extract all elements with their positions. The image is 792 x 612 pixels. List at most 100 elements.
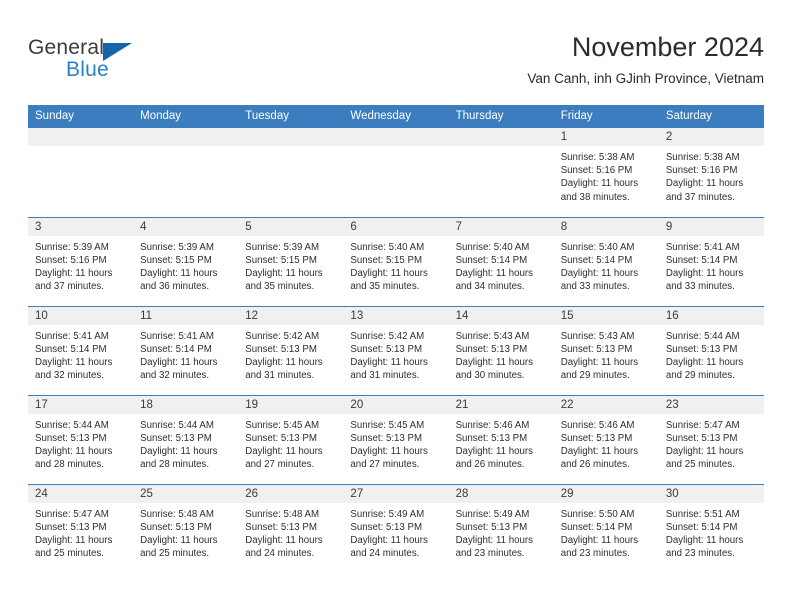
sunset-text: Sunset: 5:13 PM <box>350 343 423 355</box>
calendar-day-cell[interactable]: 13 Sunrise: 5:42 AM Sunset: 5:13 PM Dayligh… <box>343 305 449 395</box>
calendar-day-cell[interactable]: 11 Sunrise: 5:41 AM Sunset: 5:14 PM Dayligh… <box>133 305 239 395</box>
calendar-day-cell[interactable]: 26 Sunrise: 5:48 AM Sunset: 5:13 PM Dayligh… <box>238 483 344 573</box>
daylight-text-line2: and 38 minutes. <box>560 191 630 203</box>
daylight-text-line2: and 37 minutes. <box>665 191 735 203</box>
calendar-day-cell-empty <box>238 128 344 217</box>
sunrise-text: Sunrise: 5:41 AM <box>665 241 740 253</box>
calendar-day-cell[interactable]: 1 Sunrise: 5:38 AM Sunset: 5:16 PM Daylight… <box>553 128 659 217</box>
daylight-text-line1: Daylight: 11 hours <box>665 445 744 457</box>
sunset-text: Sunset: 5:14 PM <box>455 254 528 266</box>
day-number: 8 <box>553 217 659 236</box>
sunrise-text: Sunrise: 5:48 AM <box>140 508 214 520</box>
daylight-text-line2: and 26 minutes. <box>455 459 525 471</box>
daylight-text-line1: Daylight: 11 hours <box>350 267 428 279</box>
calendar-day-cell[interactable]: 16 Sunrise: 5:44 AM Sunset: 5:13 PM Dayligh… <box>658 305 764 395</box>
sunrise-text: Sunrise: 5:43 AM <box>455 330 530 342</box>
calendar-day-cell[interactable]: 20 Sunrise: 5:45 AM Sunset: 5:13 PM Dayligh… <box>343 394 449 484</box>
calendar-day-cell[interactable]: 7 Sunrise: 5:40 AM Sunset: 5:14 PM Daylight… <box>448 216 554 306</box>
calendar-day-cell[interactable]: 5 Sunrise: 5:39 AM Sunset: 5:15 PM Daylight… <box>238 216 344 306</box>
calendar-day-cell[interactable]: 2 Sunrise: 5:38 AM Sunset: 5:16 PM Daylight… <box>658 128 764 217</box>
calendar-page: General Blue November 2024 Van Canh, inh… <box>0 0 792 612</box>
calendar-day-cell[interactable]: 17 Sunrise: 5:44 AM Sunset: 5:13 PM Dayligh… <box>28 394 134 484</box>
daylight-text-line2: and 37 minutes. <box>35 281 104 293</box>
day-number: 29 <box>553 484 659 503</box>
sunset-text: Sunset: 5:16 PM <box>665 165 738 177</box>
calendar-day-cell[interactable]: 6 Sunrise: 5:40 AM Sunset: 5:15 PM Daylight… <box>343 216 449 306</box>
daylight-text-line1: Daylight: 11 hours <box>140 356 218 368</box>
day-number: 16 <box>658 306 764 325</box>
weekday-header-friday: Friday <box>553 105 659 128</box>
sunrise-text: Sunrise: 5:40 AM <box>350 241 425 253</box>
calendar-day-cell[interactable]: 25 Sunrise: 5:48 AM Sunset: 5:13 PM Dayligh… <box>133 483 239 573</box>
sunrise-text: Sunrise: 5:40 AM <box>560 241 635 253</box>
calendar-day-cell[interactable]: 22 Sunrise: 5:46 AM Sunset: 5:13 PM Dayligh… <box>553 394 659 484</box>
calendar-day-cell[interactable]: 15 Sunrise: 5:43 AM Sunset: 5:13 PM Dayligh… <box>553 305 659 395</box>
calendar-day-cell[interactable]: 24 Sunrise: 5:47 AM Sunset: 5:13 PM Dayligh… <box>28 483 134 573</box>
calendar-day-cell[interactable]: 14 Sunrise: 5:43 AM Sunset: 5:13 PM Dayligh… <box>448 305 554 395</box>
calendar-day-cell[interactable]: 9 Sunrise: 5:41 AM Sunset: 5:14 PM Daylight… <box>658 216 764 306</box>
daylight-text-line2: and 25 minutes. <box>35 548 104 560</box>
day-number: 25 <box>133 484 239 503</box>
day-number: 13 <box>343 306 449 325</box>
sunrise-text: Sunrise: 5:47 AM <box>665 419 740 431</box>
daylight-text-line1: Daylight: 11 hours <box>455 267 533 279</box>
sunset-text: Sunset: 5:13 PM <box>245 521 317 533</box>
day-details: Sunrise: 5:47 AM Sunset: 5:13 PM Daylight:… <box>659 414 764 472</box>
daylight-text-line2: and 30 minutes. <box>455 370 525 382</box>
sunrise-text: Sunrise: 5:48 AM <box>245 508 320 520</box>
day-number: 23 <box>658 395 764 414</box>
calendar-day-cell[interactable]: 21 Sunrise: 5:46 AM Sunset: 5:13 PM Dayligh… <box>448 394 554 484</box>
daylight-text-line2: and 33 minutes. <box>560 281 630 293</box>
calendar-week-row: 10 Sunrise: 5:41 AM Sunset: 5:14 PM Dayligh… <box>28 305 764 395</box>
calendar-day-cell[interactable]: 19 Sunrise: 5:45 AM Sunset: 5:13 PM Dayligh… <box>238 394 344 484</box>
sunset-text: Sunset: 5:13 PM <box>35 521 107 533</box>
day-details: Sunrise: 5:48 AM Sunset: 5:13 PM Daylight:… <box>133 503 238 561</box>
day-number: 24 <box>28 484 134 503</box>
calendar-day-cell[interactable]: 3 Sunrise: 5:39 AM Sunset: 5:16 PM Daylight… <box>28 216 134 306</box>
day-details: Sunrise: 5:38 AM Sunset: 5:16 PM Daylight:… <box>659 146 764 204</box>
day-details: Sunrise: 5:44 AM Sunset: 5:13 PM Daylight:… <box>28 414 133 472</box>
sunset-text: Sunset: 5:13 PM <box>140 432 212 444</box>
general-blue-logo[interactable]: General Blue <box>28 36 248 94</box>
day-number: 22 <box>553 395 659 414</box>
daylight-text-line1: Daylight: 11 hours <box>35 534 113 546</box>
day-number: 12 <box>238 306 344 325</box>
daylight-text-line2: and 24 minutes. <box>350 548 420 560</box>
day-number: 4 <box>133 217 239 236</box>
daylight-text-line2: and 29 minutes. <box>560 370 630 382</box>
calendar-day-cell[interactable]: 27 Sunrise: 5:49 AM Sunset: 5:13 PM Dayligh… <box>343 483 449 573</box>
calendar-day-cell-empty <box>28 128 134 217</box>
calendar-day-cell[interactable]: 8 Sunrise: 5:40 AM Sunset: 5:14 PM Daylight… <box>553 216 659 306</box>
daylight-text-line1: Daylight: 11 hours <box>665 356 744 368</box>
sunrise-text: Sunrise: 5:38 AM <box>560 152 635 163</box>
calendar-week-row: 24 Sunrise: 5:47 AM Sunset: 5:13 PM Dayligh… <box>28 483 764 573</box>
sunset-text: Sunset: 5:15 PM <box>350 254 423 266</box>
daylight-text-line2: and 34 minutes. <box>455 281 525 293</box>
daylight-text-line1: Daylight: 11 hours <box>245 445 323 457</box>
daylight-text-line2: and 27 minutes. <box>245 459 315 471</box>
sunset-text: Sunset: 5:16 PM <box>35 254 107 266</box>
calendar-day-cell[interactable]: 18 Sunrise: 5:44 AM Sunset: 5:13 PM Dayligh… <box>133 394 239 484</box>
day-details: Sunrise: 5:46 AM Sunset: 5:13 PM Daylight:… <box>554 414 659 472</box>
calendar-day-cell-empty <box>133 128 239 217</box>
sunset-text: Sunset: 5:13 PM <box>560 432 633 444</box>
day-number <box>448 128 554 146</box>
calendar-day-cell[interactable]: 10 Sunrise: 5:41 AM Sunset: 5:14 PM Dayligh… <box>28 305 134 395</box>
sunrise-text: Sunrise: 5:46 AM <box>455 419 530 431</box>
day-number <box>28 128 134 146</box>
calendar-day-cell-empty <box>448 128 554 217</box>
sunset-text: Sunset: 5:15 PM <box>140 254 212 266</box>
sunrise-text: Sunrise: 5:47 AM <box>35 508 109 520</box>
sunrise-text: Sunrise: 5:45 AM <box>350 419 425 431</box>
calendar-day-cell[interactable]: 23 Sunrise: 5:47 AM Sunset: 5:13 PM Dayligh… <box>658 394 764 484</box>
calendar-day-cell[interactable]: 4 Sunrise: 5:39 AM Sunset: 5:15 PM Daylight… <box>133 216 239 306</box>
day-details: Sunrise: 5:51 AM Sunset: 5:14 PM Daylight:… <box>659 503 764 561</box>
calendar-day-cell[interactable]: 29 Sunrise: 5:50 AM Sunset: 5:14 PM Dayligh… <box>553 483 659 573</box>
calendar-day-cell[interactable]: 28 Sunrise: 5:49 AM Sunset: 5:13 PM Dayligh… <box>448 483 554 573</box>
daylight-text-line1: Daylight: 11 hours <box>35 445 113 457</box>
calendar-week-row: 3 Sunrise: 5:39 AM Sunset: 5:16 PM Daylight… <box>28 216 764 306</box>
daylight-text-line2: and 25 minutes. <box>140 548 210 560</box>
calendar-day-cell[interactable]: 12 Sunrise: 5:42 AM Sunset: 5:13 PM Dayligh… <box>238 305 344 395</box>
calendar-day-cell[interactable]: 30 Sunrise: 5:51 AM Sunset: 5:14 PM Dayligh… <box>658 483 764 573</box>
sunset-text: Sunset: 5:13 PM <box>350 432 423 444</box>
